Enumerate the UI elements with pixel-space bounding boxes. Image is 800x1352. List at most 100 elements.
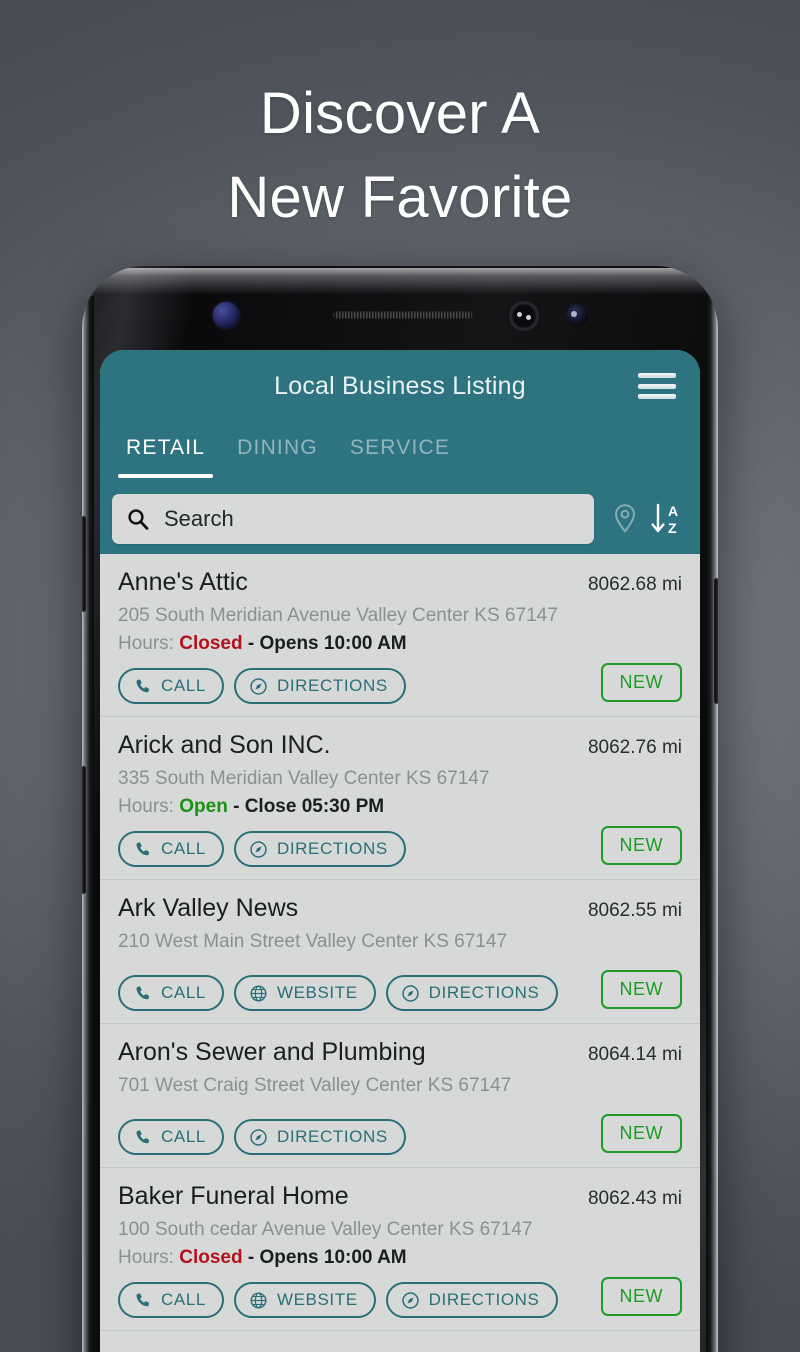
phone-mockup: Local Business Listing RETAIL DINING SER… xyxy=(82,266,718,1352)
call-button[interactable]: CALL xyxy=(118,1282,224,1318)
phone-icon xyxy=(136,1130,150,1143)
new-badge: NEW xyxy=(600,1277,682,1316)
app-title: Local Business Listing xyxy=(274,371,526,400)
business-distance: 8062.76 mi xyxy=(587,737,682,758)
business-name: Ark Valley News xyxy=(118,894,299,922)
sort-alpha-descending-icon[interactable]: A Z xyxy=(650,501,684,537)
business-distance: 8064.14 mi xyxy=(587,1044,682,1065)
directions-button-label: DIRECTIONS xyxy=(276,676,388,695)
directions-button[interactable]: DIRECTIONS xyxy=(385,975,558,1011)
list-item[interactable]: Anne's Attic 8062.68 mi 205 South Meridi… xyxy=(100,554,700,717)
svg-text:A: A xyxy=(668,503,678,519)
phone-icon xyxy=(136,1293,150,1306)
volume-button[interactable] xyxy=(82,516,86,612)
phone-right-edge xyxy=(706,296,718,1352)
call-button-label: CALL xyxy=(161,676,206,695)
business-distance: 8062.43 mi xyxy=(587,1188,682,1209)
directions-button-label: DIRECTIONS xyxy=(428,1290,540,1309)
tab-service-label: SERVICE xyxy=(349,436,451,459)
globe-icon xyxy=(250,985,267,1001)
call-button[interactable]: CALL xyxy=(118,1119,224,1155)
tab-retail-label: RETAIL xyxy=(126,436,206,459)
iris-sensor-icon xyxy=(213,302,239,328)
tab-active-indicator xyxy=(118,474,214,478)
phone-icon xyxy=(136,842,150,855)
call-button-label: CALL xyxy=(161,1290,206,1309)
list-item[interactable]: Baker Funeral Home 8062.43 mi 100 South … xyxy=(100,1168,700,1331)
business-name: Aron's Sewer and Plumbing xyxy=(118,1038,426,1066)
business-address: 335 South Meridian Valley Center KS 6714… xyxy=(118,768,490,789)
search-input[interactable]: Search xyxy=(164,506,234,532)
tab-retail[interactable]: RETAIL xyxy=(110,436,221,492)
app-bar: Local Business Listing xyxy=(100,350,700,422)
hours-label: Hours: xyxy=(118,796,174,817)
business-list[interactable]: Anne's Attic 8062.68 mi 205 South Meridi… xyxy=(100,554,700,1352)
business-address: 210 West Main Street Valley Center KS 67… xyxy=(118,931,508,952)
directions-button-label: DIRECTIONS xyxy=(276,1127,388,1146)
location-pin-icon[interactable] xyxy=(610,502,640,536)
compass-icon xyxy=(250,1128,267,1146)
call-button[interactable]: CALL xyxy=(118,831,224,867)
search-row: Search A Z xyxy=(100,492,700,554)
new-badge: NEW xyxy=(600,970,682,1009)
call-button[interactable]: CALL xyxy=(118,975,224,1011)
tab-dining-label: DINING xyxy=(237,436,318,459)
business-hours: Hours: Open - Close 05:30 PM xyxy=(118,796,682,818)
call-button[interactable]: CALL xyxy=(118,668,224,704)
svg-text:Z: Z xyxy=(668,520,677,536)
proximity-sensor-icon xyxy=(509,301,539,331)
phone-screen: Local Business Listing RETAIL DINING SER… xyxy=(100,350,700,1352)
directions-button[interactable]: DIRECTIONS xyxy=(385,1282,558,1318)
new-badge: NEW xyxy=(600,1114,682,1153)
directions-button-label: DIRECTIONS xyxy=(428,983,540,1002)
phone-icon xyxy=(136,679,150,692)
assistant-button[interactable] xyxy=(82,766,86,894)
call-button-label: CALL xyxy=(161,1127,206,1146)
directions-button-label: DIRECTIONS xyxy=(276,839,388,858)
website-button[interactable]: WEBSITE xyxy=(233,1282,376,1318)
tab-dining[interactable]: DINING xyxy=(221,436,334,492)
front-camera-icon xyxy=(566,304,588,326)
search-field[interactable]: Search xyxy=(112,494,594,544)
business-hours: Hours: Closed - Opens 10:00 AM xyxy=(118,1247,682,1269)
new-badge: NEW xyxy=(600,663,682,702)
phone-icon xyxy=(136,986,150,999)
directions-button[interactable]: DIRECTIONS xyxy=(233,831,406,867)
directions-button[interactable]: DIRECTIONS xyxy=(233,668,406,704)
status-badge: Closed xyxy=(179,1247,243,1268)
promo-headline: Discover A New Favorite xyxy=(0,72,800,240)
compass-icon xyxy=(401,984,419,1002)
new-badge: NEW xyxy=(600,826,682,865)
business-address: 100 South cedar Avenue Valley Center KS … xyxy=(118,1219,533,1240)
magnifier-icon xyxy=(128,509,149,530)
list-item[interactable]: Aron's Sewer and Plumbing 8064.14 mi 701… xyxy=(100,1024,700,1168)
status-badge: Closed xyxy=(179,633,243,654)
tab-service[interactable]: SERVICE xyxy=(334,436,466,492)
business-name: Anne's Attic xyxy=(118,568,248,596)
hours-label: Hours: xyxy=(118,633,174,654)
headline-line-1: Discover A xyxy=(259,81,541,146)
status-badge: Open xyxy=(179,796,228,817)
business-name: Arick and Son INC. xyxy=(118,731,331,759)
business-name: Baker Funeral Home xyxy=(118,1182,349,1210)
list-item[interactable]: Arick and Son INC. 8062.76 mi 335 South … xyxy=(100,717,700,880)
headline-line-2: New Favorite xyxy=(227,165,573,231)
business-hours: Hours: Closed - Opens 10:00 AM xyxy=(118,633,682,655)
website-button-label: WEBSITE xyxy=(276,1290,358,1309)
hours-label: Hours: xyxy=(118,1247,174,1268)
directions-button[interactable]: DIRECTIONS xyxy=(233,1119,406,1155)
phone-sensor-strip xyxy=(106,282,694,344)
website-button[interactable]: WEBSITE xyxy=(233,975,376,1011)
compass-icon xyxy=(250,840,267,858)
hamburger-menu-icon[interactable] xyxy=(638,373,676,399)
power-button[interactable] xyxy=(714,578,718,704)
hours-detail: - Close 05:30 PM xyxy=(233,796,385,817)
tab-bar: RETAIL DINING SERVICE xyxy=(100,422,700,492)
business-address: 701 West Craig Street Valley Center KS 6… xyxy=(118,1075,512,1096)
business-distance: 8062.68 mi xyxy=(587,574,682,595)
compass-icon xyxy=(250,677,267,695)
globe-icon xyxy=(250,1292,267,1308)
business-address: 205 South Meridian Avenue Valley Center … xyxy=(118,605,558,626)
list-item[interactable]: Ark Valley News 8062.55 mi 210 West Main… xyxy=(100,880,700,1024)
website-button-label: WEBSITE xyxy=(276,983,358,1002)
